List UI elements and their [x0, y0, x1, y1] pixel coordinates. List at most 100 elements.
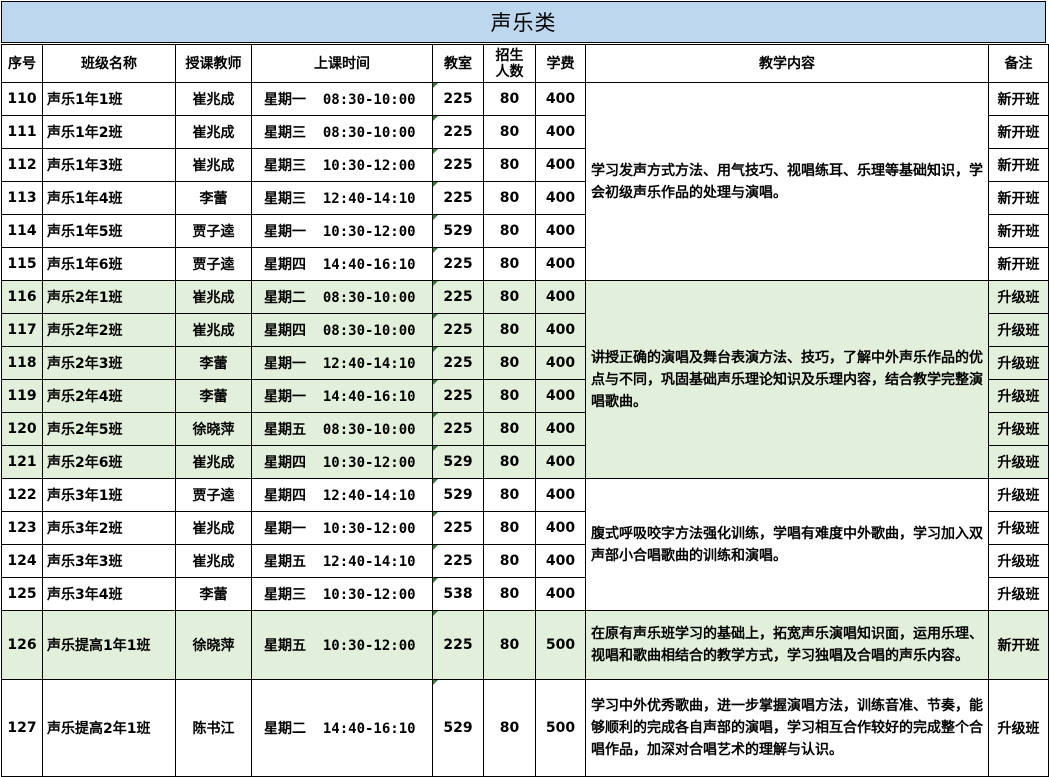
- cell-note: 新开班: [988, 214, 1049, 248]
- cell-class-name: 声乐提高2年1班: [42, 679, 176, 777]
- table-row: 110 声乐1年1班 崔兆成 星期一 08:30-10:00 225 80 400 学习发声方…: [1, 82, 1049, 281]
- cell-note: 升级班: [988, 478, 1049, 512]
- cell-class-name: 声乐1年5班: [42, 214, 176, 248]
- cell-teacher: 崔兆成: [175, 544, 252, 578]
- cell-no: 121: [1, 445, 43, 479]
- cell-class-name: 声乐2年1班: [42, 280, 176, 314]
- cell-time: 星期三 10:30-12:00: [251, 577, 433, 611]
- cell-class-name: 声乐1年6班: [42, 247, 176, 281]
- cell-enroll: 80: [483, 313, 536, 347]
- cell-room: 225: [432, 544, 484, 578]
- cell-time: 星期一 10:30-12:00: [251, 511, 433, 545]
- cell-enroll: 80: [483, 181, 536, 215]
- cell-no: 118: [1, 346, 43, 380]
- cell-no: 119: [1, 379, 43, 413]
- cell-teacher: 贾子逵: [175, 247, 252, 281]
- cell-note: 新开班: [988, 610, 1049, 680]
- cell-enroll: 80: [483, 82, 536, 116]
- cell-fee: 400: [535, 313, 586, 347]
- cell-enroll: 80: [483, 478, 536, 512]
- cell-enroll: 80: [483, 544, 536, 578]
- cell-room: 529: [432, 478, 484, 512]
- cell-fee: 400: [535, 346, 586, 380]
- cell-note: 升级班: [988, 313, 1049, 347]
- cell-enroll: 80: [483, 214, 536, 248]
- cell-enroll: 80: [483, 346, 536, 380]
- cell-fee: 500: [535, 679, 586, 777]
- cell-class-name: 声乐2年6班: [42, 445, 176, 479]
- cell-note: 升级班: [988, 679, 1049, 777]
- cell-note: 升级班: [988, 445, 1049, 479]
- cell-room: 225: [432, 313, 484, 347]
- cell-no: 115: [1, 247, 43, 281]
- cell-enroll: 80: [483, 247, 536, 281]
- cell-teacher: 徐晓萍: [175, 412, 252, 446]
- cell-enroll: 80: [483, 412, 536, 446]
- table-row: 127 声乐提高2年1班 陈书江 星期二 14:40-16:10 529 80 500 学习中…: [1, 679, 1049, 777]
- header-time: 上课时间: [251, 44, 433, 83]
- cell-class-name: 声乐2年5班: [42, 412, 176, 446]
- cell-class-name: 声乐1年4班: [42, 181, 176, 215]
- cell-no: 113: [1, 181, 43, 215]
- cell-fee: 400: [535, 478, 586, 512]
- cell-class-name: 声乐2年2班: [42, 313, 176, 347]
- cell-class-name: 声乐3年1班: [42, 478, 176, 512]
- cell-no: 120: [1, 412, 43, 446]
- cell-time: 星期一 14:40-16:10: [251, 379, 433, 413]
- cell-note: 升级班: [988, 544, 1049, 578]
- cell-teacher: 崔兆成: [175, 148, 252, 182]
- cell-teacher: 贾子逵: [175, 214, 252, 248]
- cell-content: 学习中外优秀歌曲，进一步掌握演唱方法，训练音准、节奏，能够顺利的完成各自声部的演…: [585, 679, 989, 777]
- cell-no: 127: [1, 679, 43, 777]
- header-enroll-line1: 招生: [495, 47, 524, 64]
- cell-room: 225: [432, 181, 484, 215]
- cell-time: 星期一 12:40-14:10: [251, 346, 433, 380]
- cell-room: 225: [432, 412, 484, 446]
- cell-time: 星期四 10:30-12:00: [251, 445, 433, 479]
- cell-fee: 400: [535, 544, 586, 578]
- cell-note: 升级班: [988, 511, 1049, 545]
- course-table: 序号 班级名称 授课教师 上课时间 教室 招生 人数 学费 教学内容 备注 110…: [1, 44, 1049, 777]
- cell-class-name: 声乐1年2班: [42, 115, 176, 149]
- cell-time: 星期四 08:30-10:00: [251, 313, 433, 347]
- cell-enroll: 80: [483, 445, 536, 479]
- cell-no: 116: [1, 280, 43, 314]
- cell-room: 225: [432, 148, 484, 182]
- cell-no: 125: [1, 577, 43, 611]
- header-enroll-line2: 人数: [495, 63, 524, 80]
- table-row: 116 声乐2年1班 崔兆成 星期二 08:30-10:00 225 80 400 讲授正确的…: [1, 280, 1049, 479]
- cell-fee: 400: [535, 115, 586, 149]
- cell-no: 122: [1, 478, 43, 512]
- cell-teacher: 崔兆成: [175, 82, 252, 116]
- cell-fee: 400: [535, 247, 586, 281]
- cell-note: 新开班: [988, 181, 1049, 215]
- cell-fee: 400: [535, 511, 586, 545]
- cell-no: 126: [1, 610, 43, 680]
- cell-class-name: 声乐提高1年1班: [42, 610, 176, 680]
- cell-no: 112: [1, 148, 43, 182]
- header-no: 序号: [1, 44, 43, 83]
- cell-fee: 400: [535, 214, 586, 248]
- cell-note: 升级班: [988, 577, 1049, 611]
- cell-room: 225: [432, 610, 484, 680]
- cell-teacher: 崔兆成: [175, 511, 252, 545]
- cell-note: 升级班: [988, 346, 1049, 380]
- cell-time: 星期二 08:30-10:00: [251, 280, 433, 314]
- cell-enroll: 80: [483, 679, 536, 777]
- cell-room: 538: [432, 577, 484, 611]
- cell-teacher: 李蕾: [175, 346, 252, 380]
- cell-class-name: 声乐3年2班: [42, 511, 176, 545]
- cell-fee: 400: [535, 577, 586, 611]
- cell-enroll: 80: [483, 610, 536, 680]
- cell-fee: 400: [535, 412, 586, 446]
- cell-note: 升级班: [988, 379, 1049, 413]
- table-row: 126 声乐提高1年1班 徐晓萍 星期五 10:30-12:00 225 80 500 在原有…: [1, 610, 1049, 680]
- header-enroll: 招生 人数: [483, 44, 536, 83]
- cell-room: 529: [432, 214, 484, 248]
- cell-room: 225: [432, 280, 484, 314]
- cell-content: 腹式呼吸咬字方法强化训练，学唱有难度中外歌曲，学习加入双声部小合唱歌曲的训练和演…: [585, 478, 989, 611]
- cell-content: 学习发声方式方法、用气技巧、视唱练耳、乐理等基础知识，学会初级声乐作品的处理与演…: [585, 82, 989, 281]
- cell-fee: 400: [535, 280, 586, 314]
- cell-no: 117: [1, 313, 43, 347]
- cell-time: 星期三 10:30-12:00: [251, 148, 433, 182]
